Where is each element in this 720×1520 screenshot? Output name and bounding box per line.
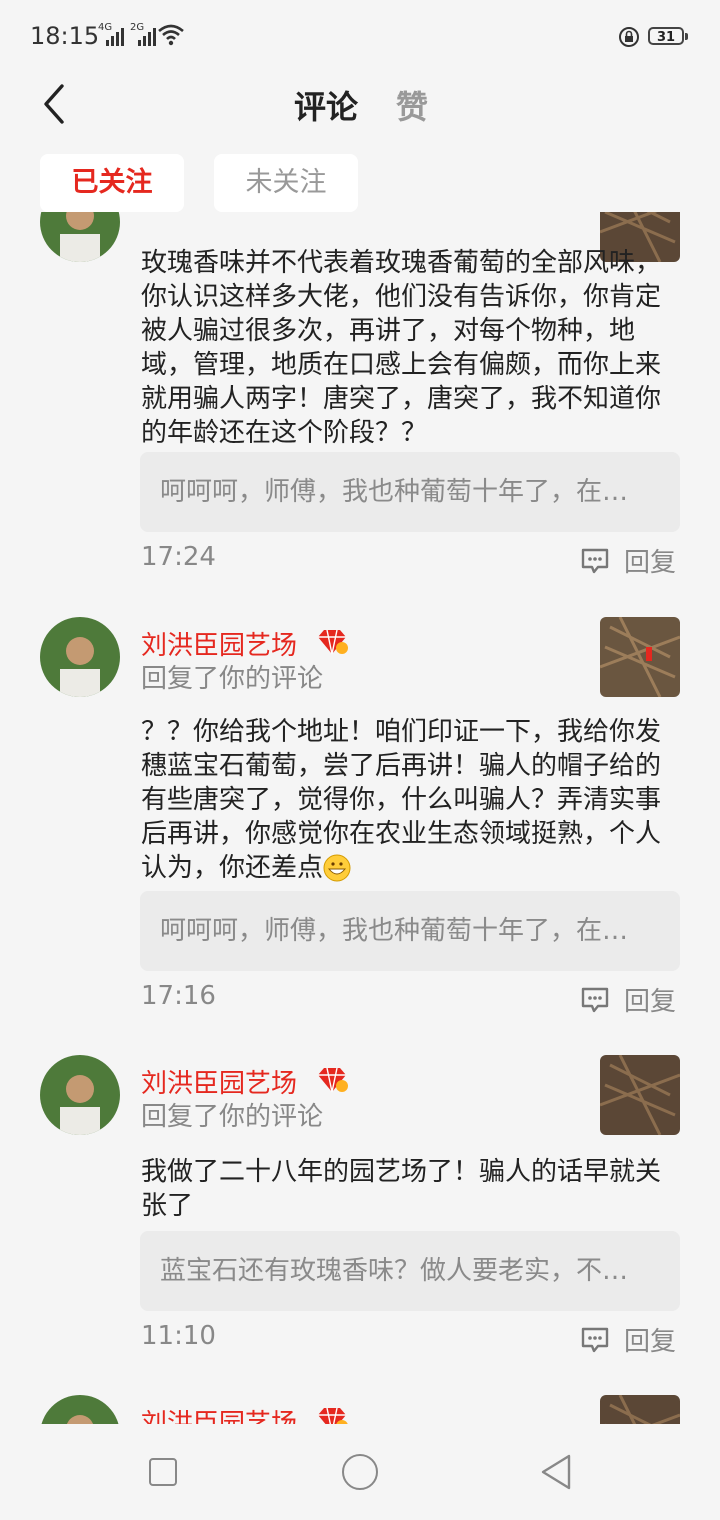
comment-bubble-icon xyxy=(581,548,609,573)
username-link[interactable]: 刘洪臣园艺场 xyxy=(141,1063,297,1100)
reply-label: 回复 xyxy=(624,987,677,1017)
comment-text: 玫瑰香味并不代表着玫瑰香葡萄的全部风味，你认识这样多大佬，他们没有告诉你，你肯定… xyxy=(141,248,662,448)
battery-icon: 31 xyxy=(648,27,688,45)
rotation-lock-icon xyxy=(619,27,639,47)
comment-bubble-icon xyxy=(581,987,609,1012)
cellular-signals: 4G 2G xyxy=(98,22,156,46)
username-link[interactable]: 刘洪臣园艺场 xyxy=(141,625,297,662)
comment-text: ？？你给我个地址！咱们印证一下，我给你发穗蓝宝石葡萄，尝了后再讲！骗人的帽子给的… xyxy=(141,717,662,883)
avatar[interactable] xyxy=(40,1395,120,1424)
comment-time: 17:24 xyxy=(141,542,216,572)
page-header: 评论 赞 xyxy=(0,72,720,136)
reply-label: 回复 xyxy=(624,548,677,578)
reply-label: 回复 xyxy=(624,1327,677,1357)
post-thumbnail[interactable] xyxy=(600,1055,680,1135)
gem-badge-icon xyxy=(318,1407,348,1424)
tab-comments[interactable]: 评论 xyxy=(294,82,358,128)
avatar[interactable] xyxy=(40,212,120,262)
gem-badge-icon xyxy=(318,629,348,655)
back-chevron-icon[interactable] xyxy=(38,82,74,126)
signal-icon: 4G xyxy=(98,22,124,46)
wifi-icon xyxy=(158,24,184,46)
reply-action-text: 回复了你的评论 xyxy=(141,1102,324,1132)
username-link[interactable]: 刘洪臣园艺场 xyxy=(141,1403,297,1424)
system-nav-bar xyxy=(0,1424,720,1520)
reply-button[interactable]: 回复 xyxy=(580,1321,676,1358)
post-thumbnail[interactable] xyxy=(600,1395,680,1424)
home-circle-icon[interactable] xyxy=(342,1454,378,1490)
quoted-comment[interactable]: 呵呵呵，师傅，我也种葡萄十年了，在… xyxy=(140,891,680,971)
comment-bubble-icon xyxy=(581,1327,609,1352)
filter-unfollowed-button[interactable]: 未关注 xyxy=(214,154,358,212)
comment-time: 17:16 xyxy=(141,981,216,1011)
reply-action-text: 回复了你的评论 xyxy=(141,664,324,694)
post-thumbnail[interactable] xyxy=(600,617,680,697)
back-triangle-icon[interactable] xyxy=(538,1453,574,1491)
reply-button[interactable]: 回复 xyxy=(580,981,676,1018)
gem-badge-icon xyxy=(318,1067,348,1093)
comment-list[interactable]: 玫瑰香味并不代表着玫瑰香葡萄的全部风味，你认识这样多大佬，他们没有告诉你，你肯定… xyxy=(0,212,720,1424)
status-time: 18:15 xyxy=(30,22,100,50)
comment-time: 11:10 xyxy=(141,1321,216,1351)
filter-followed-button[interactable]: 已关注 xyxy=(40,154,184,212)
status-bar: 18:15 4G 2G 31 xyxy=(0,0,720,72)
recent-apps-square-icon[interactable] xyxy=(149,1458,177,1486)
reply-button[interactable]: 回复 xyxy=(580,542,676,579)
signal-icon: 2G xyxy=(130,22,156,46)
tab-likes[interactable]: 赞 xyxy=(396,82,428,128)
avatar[interactable] xyxy=(40,617,120,697)
quoted-comment[interactable]: 呵呵呵，师傅，我也种葡萄十年了，在… xyxy=(140,452,680,532)
quoted-comment[interactable]: 蓝宝石还有玫瑰香味？做人要老实，不… xyxy=(140,1231,680,1311)
grin-emoji-icon xyxy=(323,854,351,882)
comment-text: 我做了二十八年的园艺场了！骗人的话早就关张了 xyxy=(141,1157,662,1221)
avatar[interactable] xyxy=(40,1055,120,1135)
